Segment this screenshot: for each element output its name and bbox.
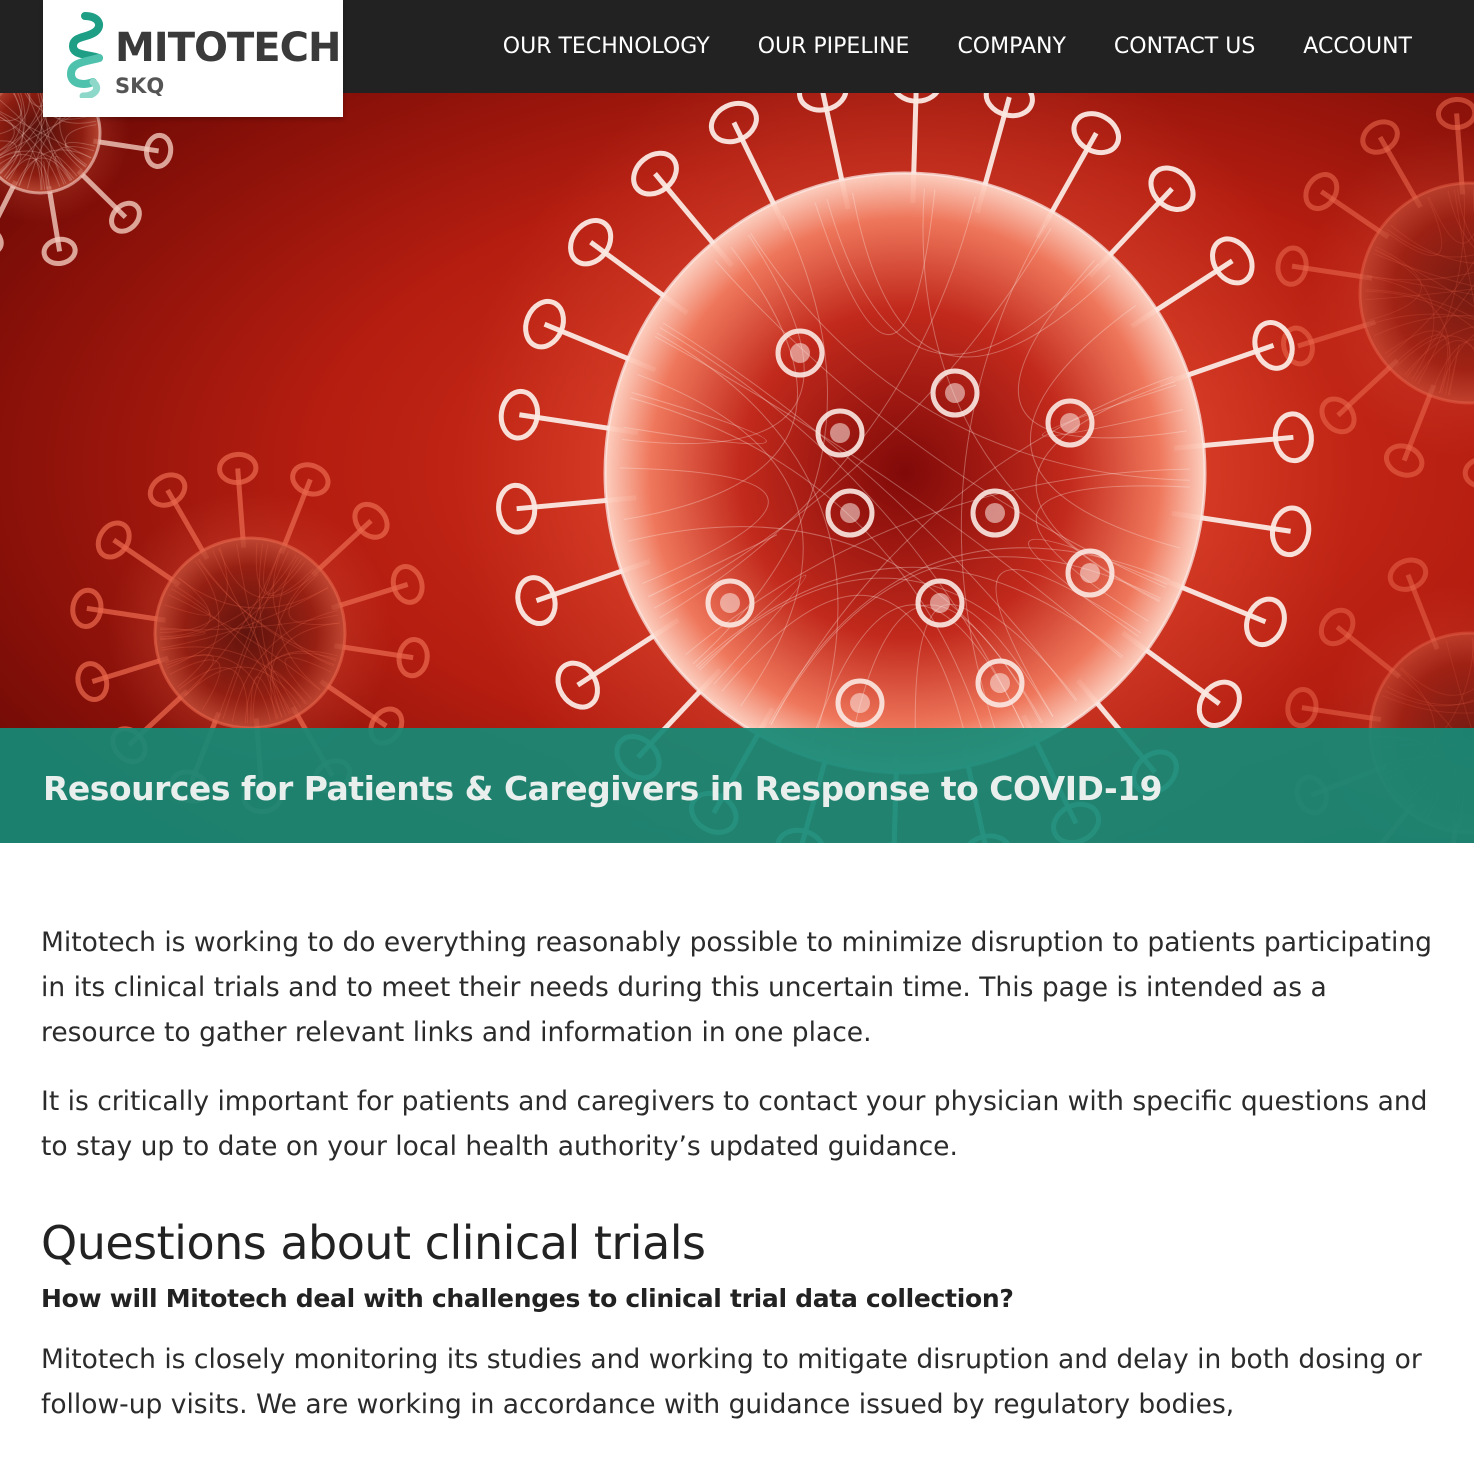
hero-banner: Resources for Patients & Caregivers in R… <box>0 93 1474 843</box>
main-nav: OUR TECHNOLOGY OUR PIPELINE COMPANY CONT… <box>503 0 1412 93</box>
faq-answer: Mitotech is closely monitoring its studi… <box>41 1337 1436 1427</box>
main-content: Mitotech is working to do everything rea… <box>41 920 1436 1451</box>
nav-our-technology[interactable]: OUR TECHNOLOGY <box>503 34 710 59</box>
intro-paragraph-2: It is critically important for patients … <box>41 1079 1436 1169</box>
nav-contact-us[interactable]: CONTACT US <box>1114 34 1255 59</box>
logo[interactable]: MITOTECH SKQ <box>43 0 343 117</box>
faq-question: How will Mitotech deal with challenges t… <box>41 1281 1436 1317</box>
intro-paragraph-1: Mitotech is working to do everything rea… <box>41 920 1436 1055</box>
logo-mark-icon <box>65 12 111 98</box>
nav-our-pipeline[interactable]: OUR PIPELINE <box>758 34 910 59</box>
nav-account[interactable]: ACCOUNT <box>1303 34 1412 59</box>
page-title: Resources for Patients & Caregivers in R… <box>43 769 1162 808</box>
section-heading: Questions about clinical trials <box>41 1215 1436 1271</box>
logo-wordmark: MITOTECH <box>115 28 340 68</box>
nav-company[interactable]: COMPANY <box>957 34 1065 59</box>
logo-subtitle: SKQ <box>115 76 164 97</box>
top-navigation-bar: MITOTECH SKQ OUR TECHNOLOGY OUR PIPELINE… <box>0 0 1474 93</box>
